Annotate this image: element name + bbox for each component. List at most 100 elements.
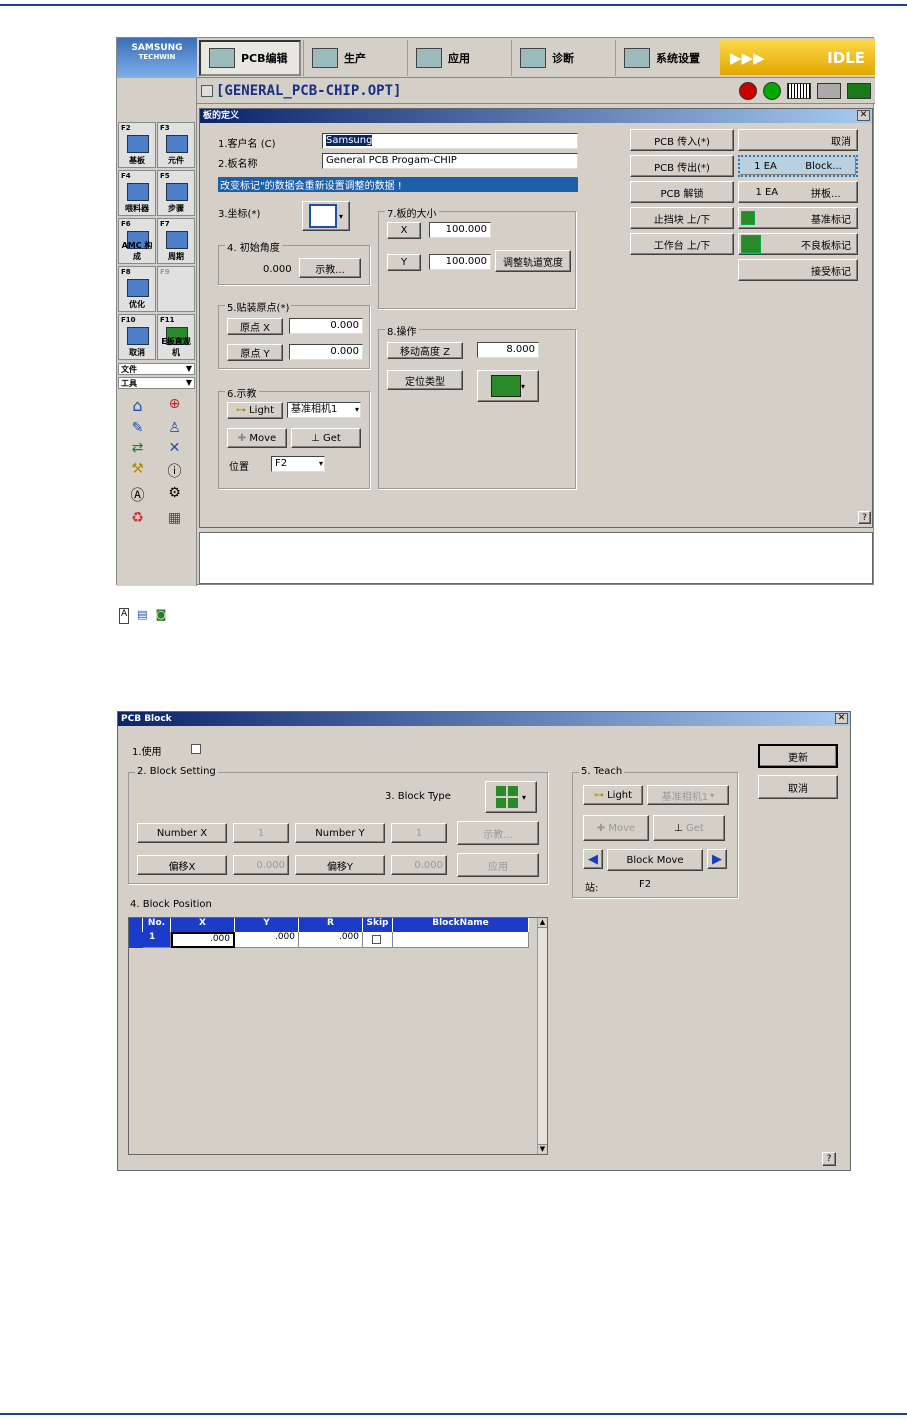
fiducial-mark-button[interactable]: 基准标记	[738, 207, 858, 229]
light-button[interactable]: ⊶ Light	[583, 785, 643, 805]
get-button[interactable]: ⊥ Get	[291, 428, 361, 448]
number-x-field[interactable]: 1	[233, 823, 289, 843]
cell-blockname[interactable]	[393, 932, 529, 948]
help-button[interactable]: ?	[858, 511, 871, 524]
start-led-icon[interactable]	[763, 81, 781, 100]
use-checkbox[interactable]	[191, 744, 201, 754]
auto-icon[interactable]: Ⓐ	[121, 485, 154, 506]
menu-tools[interactable]: 工具 ▼	[118, 377, 195, 389]
offset-x-field[interactable]: 0.000	[233, 855, 289, 875]
recycle-icon[interactable]: ♻	[121, 510, 154, 527]
table-row[interactable]: 1 .000 .000 .000	[129, 932, 537, 948]
angle-teach-button[interactable]: 示教...	[299, 258, 361, 278]
conveyor-icon[interactable]: ⇄	[121, 440, 154, 457]
stop-led-icon[interactable]	[739, 81, 757, 100]
scroll-up-arrow-icon[interactable]: ▲	[538, 918, 547, 928]
block-move-button[interactable]: Block Move	[607, 849, 703, 871]
size-x-field[interactable]: 100.000	[429, 222, 491, 238]
barcode-icon[interactable]	[787, 82, 811, 99]
target-icon[interactable]: ⊕	[158, 396, 191, 416]
next-block-arrow-icon[interactable]: ▶	[707, 849, 727, 869]
disk-icon[interactable]: ◙	[156, 608, 167, 624]
pcb-in-button[interactable]: PCB 传入(*)	[630, 129, 734, 151]
row-selector[interactable]	[129, 932, 143, 948]
tab-application[interactable]: 应用	[407, 40, 507, 76]
cancel-button[interactable]: 取消	[738, 129, 858, 151]
menu-file[interactable]: 文件 ▼	[118, 363, 195, 375]
keyboard-icon[interactable]: A	[119, 608, 130, 624]
fkey-f4[interactable]: F4 喂料器	[118, 170, 156, 216]
cancel-button[interactable]: 取消	[758, 775, 838, 799]
tab-diagnosis[interactable]: 诊断	[511, 40, 611, 76]
scroll-down-arrow-icon[interactable]: ▼	[538, 1144, 547, 1154]
window-icon	[201, 84, 213, 97]
help-button[interactable]: ?	[822, 1152, 836, 1166]
origin-x-field[interactable]: 0.000	[289, 318, 363, 334]
board-icon[interactable]	[847, 82, 871, 99]
origin-y-field[interactable]: 0.000	[289, 344, 363, 360]
tab-system-settings[interactable]: 系统设置	[615, 40, 719, 76]
skip-checkbox[interactable]	[371, 935, 381, 944]
close-icon[interactable]: ✕	[857, 110, 870, 121]
table-up-down-button[interactable]: 工作台 上/下	[630, 233, 734, 255]
coordinate-select[interactable]: ▾	[302, 201, 350, 231]
position-select[interactable]: F2 ▾	[271, 456, 325, 472]
update-button[interactable]: 更新	[758, 744, 838, 768]
block-button[interactable]: 1 EA Block...	[738, 155, 858, 177]
cell-y[interactable]: .000	[235, 932, 299, 948]
nozzle-icon[interactable]	[817, 82, 841, 99]
block-type-select[interactable]: ▾	[485, 781, 537, 813]
teach-button[interactable]: 示教...	[457, 821, 539, 845]
fkey-f11[interactable]: F11 E板直观机	[157, 314, 195, 360]
book-icon[interactable]: ▤	[137, 608, 147, 624]
fkey-f10[interactable]: F10 取消	[118, 314, 156, 360]
fkey-f6[interactable]: F6 AMC 构成	[118, 218, 156, 264]
cell-x[interactable]: .000	[171, 932, 235, 948]
size-y-field[interactable]: 100.000	[429, 254, 491, 270]
get-button[interactable]: ⊥ Get	[653, 815, 725, 841]
fkey-f5[interactable]: F5 步骤	[157, 170, 195, 216]
axis-icon[interactable]: ✕	[158, 440, 191, 457]
nozzle-change-icon[interactable]: ⚙	[158, 485, 191, 506]
apply-button[interactable]: 应用	[457, 853, 539, 877]
locate-type-select[interactable]: ▾	[477, 370, 539, 402]
close-icon[interactable]: ✕	[835, 713, 848, 724]
pcb-out-button[interactable]: PCB 传出(*)	[630, 155, 734, 177]
stopper-up-down-button[interactable]: 止挡块 上/下	[630, 207, 734, 229]
home-icon[interactable]: ⌂	[121, 396, 154, 416]
customer-field[interactable]: Samsung	[322, 133, 578, 149]
pcb-unlock-button[interactable]: PCB 解锁	[630, 181, 734, 203]
adjust-rail-width-button[interactable]: 调整轨道宽度	[495, 250, 571, 272]
fkey-f3[interactable]: F3 元件	[157, 122, 195, 168]
tab-production[interactable]: 生产	[303, 40, 403, 76]
offset-y-field[interactable]: 0.000	[391, 855, 447, 875]
move-height-label: 移动高度 Z	[387, 342, 463, 359]
accept-mark-button[interactable]: 接受标记	[738, 259, 858, 281]
camera-select[interactable]: 基准相机1 ▾	[287, 402, 361, 418]
bad-mark-button[interactable]: 不良板标记	[738, 233, 858, 255]
page-bottom-rule	[0, 1413, 907, 1415]
table-scrollbar[interactable]: ▲ ▼	[537, 918, 547, 1154]
number-y-field[interactable]: 1	[391, 823, 447, 843]
panel-button[interactable]: 1 EA 拼板...	[738, 181, 858, 203]
panel-icon[interactable]: ▦	[158, 510, 191, 527]
warning-icon[interactable]: ⓘ	[158, 461, 191, 482]
move-button[interactable]: ✚ Move	[583, 815, 649, 841]
light-button[interactable]: ⊶ Light	[227, 402, 283, 419]
measure-icon[interactable]: ✎	[121, 420, 154, 437]
cell-skip[interactable]	[363, 932, 393, 948]
fkey-f8[interactable]: F8 优化	[118, 266, 156, 312]
fkey-f2[interactable]: F2 基板	[118, 122, 156, 168]
tool-icon[interactable]: ⚒	[121, 461, 154, 482]
tab-pcb-edit[interactable]: PCB编辑	[199, 40, 301, 76]
operator-icon[interactable]: ♙	[158, 420, 191, 437]
cell-r[interactable]: .000	[299, 932, 363, 948]
origin-x-label: 原点 X	[227, 318, 283, 335]
camera-select[interactable]: 基准相机1 ▾	[647, 785, 729, 805]
move-height-field[interactable]: 8.000	[477, 342, 539, 358]
move-button[interactable]: ✚ Move	[227, 428, 287, 448]
fkey-f7[interactable]: F7 周期	[157, 218, 195, 264]
board-name-field[interactable]: General PCB Progam-CHIP	[322, 153, 578, 169]
previous-block-arrow-icon[interactable]: ◀	[583, 849, 603, 869]
board-size-group: 7.板的大小 X 100.000 Y 100.000 调整轨道宽度	[378, 205, 576, 309]
